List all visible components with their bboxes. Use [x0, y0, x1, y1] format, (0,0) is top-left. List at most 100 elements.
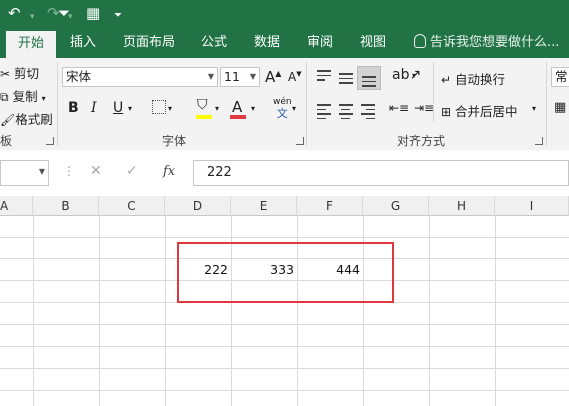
copy-label: 复制 [12, 89, 38, 104]
paintbrush-icon: 🖌 [0, 113, 16, 127]
divider [433, 62, 434, 122]
grid-line [495, 216, 496, 406]
format-painter-label: 格式刷 [15, 112, 53, 127]
merge-dropdown-icon[interactable]: ▾ [532, 104, 536, 113]
grow-font-button[interactable]: A▲ [265, 68, 281, 86]
column-header-g[interactable]: G [363, 196, 429, 216]
underline-button[interactable]: U [113, 100, 123, 116]
divider [546, 62, 547, 146]
tab-page-layout[interactable]: 页面布局 [123, 28, 175, 58]
column-header-d[interactable]: D [165, 196, 231, 216]
tab-formulas[interactable]: 公式 [201, 28, 227, 58]
tell-me-search[interactable]: 告诉我您想要做什么... [414, 28, 559, 58]
phonetic-sub-label: 文 [276, 107, 288, 120]
grid-line [165, 216, 166, 406]
cancel-icon[interactable]: ✕ [90, 163, 102, 179]
column-header-f[interactable]: F [297, 196, 363, 216]
chevron-down-icon: ▼ [249, 72, 256, 81]
grid-line [0, 368, 569, 369]
orientation-icon[interactable]: ab↗ [392, 67, 421, 83]
clipboard-launcher-icon[interactable] [46, 137, 54, 145]
font-size-value: 11 [224, 69, 240, 84]
divider [57, 62, 58, 146]
increase-indent-icon[interactable]: ⇥≡ [414, 101, 434, 115]
copy-button[interactable]: ⧉ 复制 ▾ [0, 86, 46, 105]
wrap-text-button[interactable]: ↵ 自动换行 [441, 69, 505, 88]
phonetic-dropdown-icon[interactable]: ▾ [292, 104, 296, 113]
insert-function-button[interactable]: fx [163, 164, 175, 179]
wrap-text-label: 自动换行 [455, 72, 506, 87]
border-dropdown-icon[interactable]: ▾ [168, 104, 172, 113]
merge-center-button[interactable]: ⊞ 合并后居中 [441, 101, 518, 120]
font-launcher-icon[interactable] [296, 137, 304, 145]
align-left-icon[interactable] [317, 104, 331, 122]
font-size-select[interactable]: 11 ▼ [220, 67, 260, 87]
border-icon[interactable] [152, 100, 166, 114]
grid-line [0, 237, 569, 238]
enter-icon[interactable]: ✓ [126, 163, 138, 179]
grid-line [0, 324, 569, 325]
phonetic-button[interactable]: wén 文 [273, 97, 292, 121]
alignment-launcher-icon[interactable] [535, 137, 543, 145]
orientation-dropdown-icon[interactable]: ▾ [412, 71, 416, 80]
form-icon[interactable]: ▦ [86, 4, 100, 22]
align-center-icon[interactable] [339, 104, 353, 122]
quick-access-toolbar: ↶ ▾ ↷ ▾ ⏷ ▦ ⏷ [0, 0, 569, 28]
grid-line [429, 216, 430, 406]
font-color-button[interactable]: A [232, 98, 242, 116]
copy-icon: ⧉ [0, 90, 9, 104]
grid-line [0, 346, 569, 347]
decrease-indent-icon[interactable]: ⇤≡ [389, 101, 409, 115]
grid-line [0, 390, 569, 391]
number-format-select[interactable]: 常 [551, 67, 569, 87]
tab-data[interactable]: 数据 [254, 28, 280, 58]
align-right-icon[interactable] [361, 104, 375, 122]
chevron-down-icon: ▼ [38, 167, 45, 176]
divider [306, 62, 307, 146]
column-header-e[interactable]: E [231, 196, 297, 216]
font-color-dropdown-icon[interactable]: ▾ [251, 104, 255, 113]
name-box[interactable]: ▼ [0, 160, 49, 186]
font-color-swatch [230, 115, 246, 119]
tab-view[interactable]: 视图 [360, 28, 386, 58]
undo-icon[interactable]: ↶ [8, 4, 21, 22]
font-group-label: 字体 [162, 134, 187, 148]
column-header-a[interactable]: A [0, 196, 33, 216]
column-header-c[interactable]: C [99, 196, 165, 216]
font-name-select[interactable]: 宋体 ▼ [62, 67, 218, 87]
formula-bar-grip-icon: ⋮ [63, 164, 75, 178]
tab-home[interactable]: 开始 [6, 31, 56, 58]
highlight-box [177, 242, 394, 303]
align-bottom-button[interactable] [357, 66, 381, 90]
align-top-icon[interactable] [317, 70, 331, 84]
ribbon-tabs: 开始 插入 页面布局 公式 数据 审阅 视图 告诉我您想要做什么... [0, 28, 569, 58]
column-header-b[interactable]: B [33, 196, 99, 216]
shrink-font-button[interactable]: A▼ [288, 70, 302, 84]
bold-button[interactable]: B [68, 100, 79, 116]
italic-button[interactable]: I [91, 100, 97, 116]
align-middle-icon[interactable] [339, 73, 353, 87]
fill-bucket-icon[interactable]: ⛉ [197, 97, 208, 113]
underline-dropdown-icon[interactable]: ▾ [128, 104, 132, 113]
formula-input[interactable]: 222 [193, 160, 569, 186]
tab-review[interactable]: 审阅 [307, 28, 333, 58]
cut-button[interactable]: ✂ 剪切 [0, 63, 39, 82]
fill-dropdown-icon[interactable]: ▾ [215, 104, 219, 113]
grow-font-label: A [265, 68, 276, 86]
column-header-h[interactable]: H [429, 196, 495, 216]
clipboard-group-label: 板 [0, 134, 13, 148]
phonetic-label: wén [273, 97, 292, 107]
fill-color-swatch [196, 115, 212, 119]
customize-qat-icon[interactable]: ⏷ [114, 7, 122, 25]
font-name-value: 宋体 [66, 69, 92, 84]
undo-dropdown-icon[interactable]: ▾ [30, 8, 35, 26]
filter-icon[interactable]: ⏷ [58, 4, 70, 22]
tab-insert[interactable]: 插入 [70, 28, 96, 58]
currency-icon[interactable]: ▦ [554, 100, 566, 115]
format-painter-button[interactable]: 🖌格式刷 [0, 109, 53, 128]
copy-dropdown-icon[interactable]: ▾ [42, 94, 46, 103]
column-header-i[interactable]: I [495, 196, 569, 216]
alignment-group-label: 对齐方式 [397, 134, 446, 148]
merge-center-label: 合并后居中 [455, 104, 518, 119]
cut-label: 剪切 [14, 66, 40, 81]
